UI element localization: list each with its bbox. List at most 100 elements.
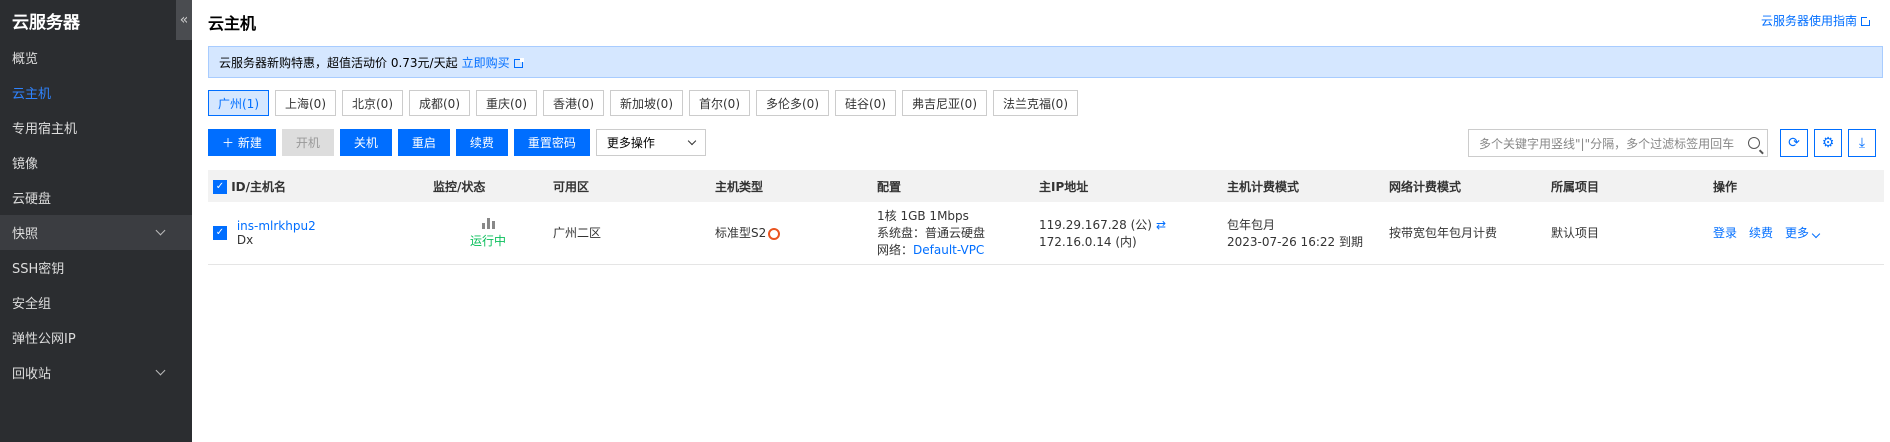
more-label: 更多 [1785,226,1810,241]
promo-text: 云服务器新购特惠，超值活动价 0.73元/天起 [219,55,458,70]
sidebar-item-ssh-keys[interactable]: SSH密钥 [0,250,192,285]
config-spec: 1核 1GB 1Mbps [877,209,969,224]
main-content: 云主机 云服务器使用指南 云服务器新购特惠，超值活动价 0.73元/天起 立即购… [192,0,1890,442]
gear-icon: ⚙ [1821,135,1835,151]
region-tab-silicon-valley[interactable]: 硅谷(0) [835,90,896,116]
public-ip: 119.29.167.28 (公) ⇄ [1039,216,1217,233]
sidebar-item-label: 云硬盘 [12,192,52,207]
sidebar: 云服务器 « 概览 云主机 专用宿主机 镜像 云硬盘 快照 SSH密钥 安全组 … [0,0,192,442]
monitor-chart-icon[interactable] [481,217,495,229]
sidebar-item-dedicated-host[interactable]: 专用宿主机 [0,110,192,145]
vpc-link[interactable]: Default-VPC [913,243,984,257]
sidebar-item-overview[interactable]: 概览 [0,40,192,75]
chevron-down-icon [687,136,697,145]
swap-ip-icon[interactable]: ⇄ [1156,218,1166,232]
external-link-icon [513,57,524,68]
external-link-icon [1861,16,1871,26]
sidebar-item-cvm[interactable]: 云主机 [0,75,192,110]
config-network: 网络：Default-VPC [877,241,1029,258]
sidebar-item-label: 专用宿主机 [12,122,78,137]
shutdown-button[interactable]: 关机 [339,129,392,156]
config-disk: 系统盘：普通云硬盘 [877,226,986,241]
search-input[interactable]: 多个关键字用竖线"|"分隔，多个过滤标签用回车 [1468,129,1768,157]
more-link[interactable]: 更多 [1785,226,1821,241]
sidebar-header: 云服务器 « [0,0,192,40]
sidebar-item-label: 云主机 [12,87,52,102]
refresh-button[interactable]: ⟳ [1780,129,1808,157]
column-header-status: 监控/状态 [428,170,548,202]
page-title: 云主机 [208,14,257,33]
region-tabs: 广州(1) 上海(0) 北京(0) 成都(0) 重庆(0) 香港(0) 新加坡(… [208,90,1078,116]
action-toolbar: ＋ 新建 开机 关机 重启 续费 重置密码 更多操作 [208,129,706,156]
cell-id: ✓ ins-mlrkhpu2 Dx [208,202,428,265]
login-link[interactable]: 登录 [1713,226,1737,240]
sidebar-item-images[interactable]: 镜像 [0,145,192,180]
column-header-label: ID/主机名 [231,179,286,194]
column-header-ip: 主IP地址 [1034,170,1222,202]
search-placeholder: 多个关键字用竖线"|"分隔，多个过滤标签用回车 [1479,136,1735,151]
cell-status: 运行中 [428,202,548,265]
column-header-type: 主机类型 [710,170,872,202]
sidebar-item-snapshot[interactable]: 快照 [0,215,192,250]
sidebar-item-label: 概览 [12,52,39,67]
sidebar-item-label: 弹性公网IP [12,332,76,347]
region-tab-chengdu[interactable]: 成都(0) [409,90,470,116]
select-all-checkbox[interactable]: ✓ [213,180,227,194]
sidebar-item-label: 回收站 [12,367,52,382]
column-header-zone: 可用区 [548,170,710,202]
region-tab-guangzhou[interactable]: 广州(1) [208,90,269,116]
chevron-down-icon [1811,230,1821,239]
region-tab-toronto[interactable]: 多伦多(0) [756,90,829,116]
sidebar-item-label: SSH密钥 [12,262,65,277]
region-tab-seoul[interactable]: 首尔(0) [689,90,750,116]
cell-billing: 包年包月 2023-07-26 16:22 到期 [1222,202,1384,265]
promo-banner: 云服务器新购特惠，超值活动价 0.73元/天起 立即购买 [208,46,1883,78]
region-tab-frankfurt[interactable]: 法兰克福(0) [993,90,1078,116]
column-header-project: 所属项目 [1546,170,1708,202]
user-guide-label: 云服务器使用指南 [1760,14,1857,28]
column-header-billing: 主机计费模式 [1222,170,1384,202]
instance-table: ✓ ID/主机名 监控/状态 可用区 主机类型 配置 主IP地址 主机计费模式 … [208,170,1884,265]
renew-button[interactable]: 续费 [455,129,508,156]
cell-config: 1核 1GB 1Mbps 系统盘：普通云硬盘 网络：Default-VPC [872,202,1034,265]
more-actions-dropdown[interactable]: 更多操作 [595,129,706,156]
network-label: 网络： [877,243,914,258]
reset-password-button[interactable]: 重置密码 [513,129,590,156]
column-header-net-billing: 网络计费模式 [1384,170,1546,202]
sidebar-item-eip[interactable]: 弹性公网IP [0,320,192,355]
more-actions-label: 更多操作 [606,136,655,150]
collapse-sidebar-icon[interactable]: « [176,0,192,40]
sidebar-item-cloud-disk[interactable]: 云硬盘 [0,180,192,215]
region-tab-hongkong[interactable]: 香港(0) [543,90,604,116]
region-tab-chongqing[interactable]: 重庆(0) [476,90,537,116]
refresh-icon: ⟳ [1788,135,1800,151]
renew-link[interactable]: 续费 [1749,226,1773,240]
row-checkbox[interactable]: ✓ [213,225,227,240]
restart-button[interactable]: 重启 [397,129,450,156]
download-icon: ⤓ [1858,135,1866,151]
region-tab-singapore[interactable]: 新加坡(0) [610,90,683,116]
settings-button[interactable]: ⚙ [1814,129,1842,157]
sidebar-item-recycle-bin[interactable]: 回收站 [0,355,192,390]
region-tab-beijing[interactable]: 北京(0) [342,90,403,116]
table-header-row: ✓ ID/主机名 监控/状态 可用区 主机类型 配置 主IP地址 主机计费模式 … [208,170,1884,202]
buy-now-link[interactable]: 立即购买 [461,54,524,71]
sidebar-item-label: 快照 [12,227,39,242]
instance-id-link[interactable]: ins-mlrkhpu2 [237,219,316,233]
expire-time: 2023-07-26 16:22 到期 [1227,234,1363,249]
sidebar-item-label: 镜像 [12,157,39,172]
sidebar-title: 云服务器 [12,12,80,33]
private-ip: 172.16.0.14 (内) [1039,234,1137,249]
chevron-down-icon [155,365,166,376]
sidebar-item-security-group[interactable]: 安全组 [0,285,192,320]
start-button[interactable]: 开机 [281,129,334,156]
user-guide-link[interactable]: 云服务器使用指南 [1760,12,1871,29]
search-icon[interactable] [1748,137,1760,149]
buy-now-label: 立即购买 [461,55,510,70]
region-tab-virginia[interactable]: 弗吉尼亚(0) [902,90,987,116]
column-header-config: 配置 [872,170,1034,202]
download-button[interactable]: ⤓ [1848,129,1876,157]
region-tab-shanghai[interactable]: 上海(0) [275,90,336,116]
cell-project: 默认项目 [1546,202,1708,265]
new-instance-button[interactable]: ＋ 新建 [208,129,276,156]
